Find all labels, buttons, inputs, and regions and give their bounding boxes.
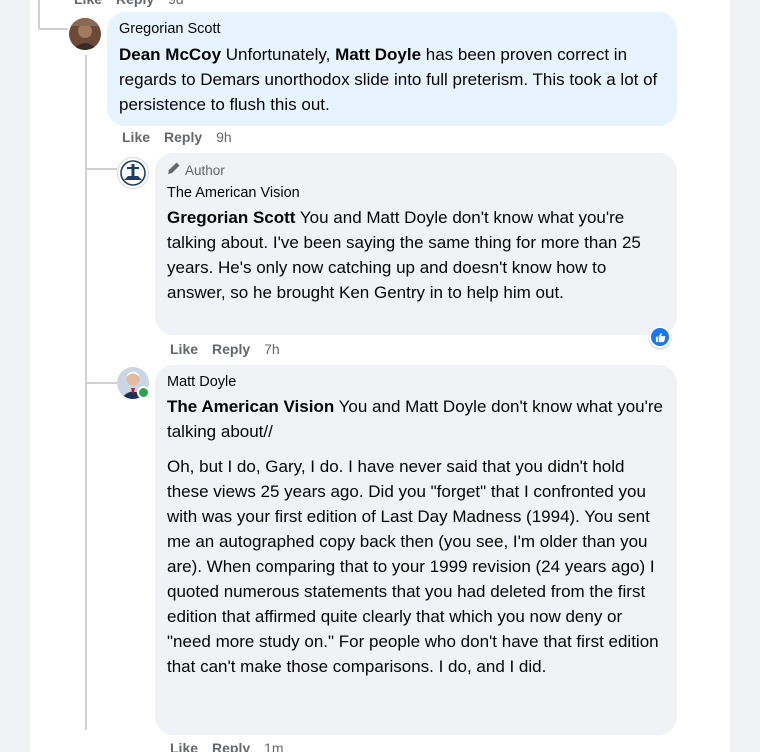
thread-line bbox=[85, 382, 117, 384]
reply-button[interactable]: Reply bbox=[164, 128, 202, 146]
timestamp[interactable]: 1m bbox=[264, 739, 283, 752]
reply-button[interactable]: Reply bbox=[212, 739, 250, 752]
comment-bubble: Gregorian Scott Dean McCoy Unfortunately… bbox=[107, 12, 677, 126]
comment-text-part: Unfortunately, bbox=[221, 45, 336, 64]
comment-text: Oh, but I do, Gary, I do. I have never s… bbox=[167, 457, 659, 676]
like-thumb-icon bbox=[651, 328, 669, 346]
thread-line bbox=[38, 28, 68, 30]
top-comment-actions: Like Reply 9d bbox=[74, 0, 184, 8]
avatar-gregorian-scott[interactable] bbox=[69, 18, 101, 50]
thread-line bbox=[85, 55, 87, 730]
author-badge-label: Author bbox=[185, 162, 225, 178]
comment-actions: Like Reply 9h bbox=[122, 128, 232, 146]
thread-line bbox=[85, 168, 117, 170]
author-badge: Author bbox=[167, 161, 665, 180]
comment-actions: Like Reply 1m bbox=[170, 739, 284, 752]
like-button[interactable]: Like bbox=[170, 340, 198, 358]
reply-button[interactable]: Reply bbox=[212, 340, 250, 358]
comment-text: Dean McCoy Unfortunately, Matt Doyle has… bbox=[119, 42, 665, 117]
like-button[interactable]: Like bbox=[74, 0, 102, 8]
timestamp[interactable]: 7h bbox=[264, 340, 280, 358]
mention-tag[interactable]: Gregorian Scott bbox=[167, 208, 295, 227]
comment-text: Gregorian Scott You and Matt Doyle don't… bbox=[167, 205, 665, 305]
timestamp: 9d bbox=[168, 0, 184, 8]
online-status-dot bbox=[137, 386, 150, 399]
reaction-badge[interactable] bbox=[649, 326, 671, 348]
comment-bubble: Author The American Vision Gregorian Sco… bbox=[155, 153, 677, 335]
comment-text: The American Vision You and Matt Doyle d… bbox=[167, 394, 665, 444]
mention-tag[interactable]: Matt Doyle bbox=[335, 45, 421, 64]
mention-tag[interactable]: The American Vision bbox=[167, 397, 334, 416]
comment-author[interactable]: The American Vision bbox=[167, 184, 665, 203]
reply-button[interactable]: Reply bbox=[116, 0, 154, 8]
comment-bubble: Matt Doyle The American Vision You and M… bbox=[155, 365, 677, 735]
comment-actions: Like Reply 7h bbox=[170, 340, 280, 358]
like-button[interactable]: Like bbox=[122, 128, 150, 146]
comments-panel: Like Reply 9d Gregorian Scott Dean McCoy… bbox=[30, 0, 730, 752]
comment-author[interactable]: Matt Doyle bbox=[167, 373, 665, 392]
thread-line bbox=[38, 0, 40, 28]
timestamp[interactable]: 9h bbox=[216, 128, 232, 146]
avatar-the-american-vision[interactable] bbox=[117, 157, 149, 189]
mention-tag[interactable]: Dean McCoy bbox=[119, 45, 221, 64]
like-button[interactable]: Like bbox=[170, 739, 198, 752]
comment-author[interactable]: Gregorian Scott bbox=[119, 20, 665, 39]
pencil-icon bbox=[167, 161, 181, 180]
